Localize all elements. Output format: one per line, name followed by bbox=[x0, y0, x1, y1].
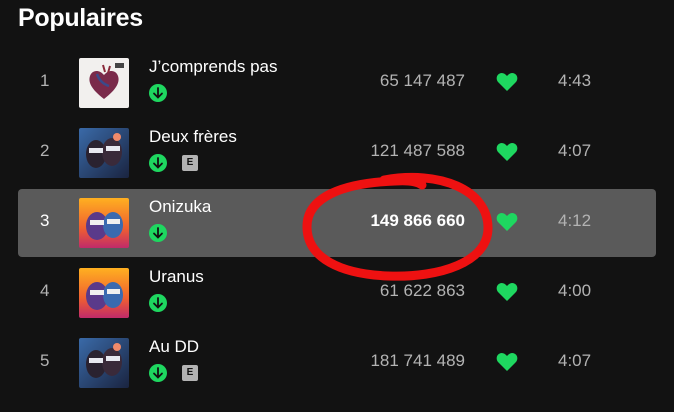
track-title[interactable]: Deux frères bbox=[149, 127, 237, 147]
track-row-3[interactable]: 3 Onizuka 149 866 660 4:12 bbox=[18, 189, 656, 257]
track-title[interactable]: Onizuka bbox=[149, 197, 211, 217]
track-number: 5 bbox=[40, 351, 50, 370]
downloaded-icon bbox=[149, 224, 167, 242]
liked-heart-icon[interactable] bbox=[496, 142, 518, 162]
liked-heart-icon[interactable] bbox=[496, 282, 518, 302]
track-duration: 4:43 bbox=[558, 71, 592, 90]
track-number: 4 bbox=[40, 281, 50, 300]
album-cover-image bbox=[79, 268, 129, 318]
play-count: 149 866 660 bbox=[370, 211, 465, 230]
popular-tracks-panel: Populaires 1 J’comprends pas 65 147 487 … bbox=[0, 0, 674, 412]
play-count: 181 741 489 bbox=[370, 351, 465, 370]
track-title[interactable]: J’comprends pas bbox=[149, 57, 278, 77]
play-count: 121 487 588 bbox=[370, 141, 465, 160]
album-cover-image bbox=[79, 338, 129, 388]
liked-heart-icon[interactable] bbox=[496, 212, 518, 232]
downloaded-icon bbox=[149, 154, 167, 172]
track-title[interactable]: Uranus bbox=[149, 267, 204, 287]
album-cover-image bbox=[79, 198, 129, 248]
track-duration: 4:00 bbox=[558, 281, 592, 300]
explicit-badge: E bbox=[182, 365, 198, 381]
liked-heart-icon[interactable] bbox=[496, 352, 518, 372]
album-cover-image bbox=[79, 58, 129, 108]
track-number: 1 bbox=[40, 71, 50, 90]
track-row-1[interactable]: 1 J’comprends pas 65 147 487 4:43 bbox=[18, 49, 656, 117]
downloaded-icon bbox=[149, 364, 167, 382]
track-duration: 4:07 bbox=[558, 351, 592, 370]
downloaded-icon bbox=[149, 84, 167, 102]
track-title[interactable]: Au DD bbox=[149, 337, 199, 357]
album-cover-image bbox=[79, 128, 129, 178]
track-number: 3 bbox=[40, 211, 50, 230]
section-title: Populaires bbox=[18, 4, 143, 32]
track-number: 2 bbox=[40, 141, 50, 160]
play-count: 65 147 487 bbox=[379, 71, 465, 90]
explicit-badge: E bbox=[182, 155, 198, 171]
track-row-4[interactable]: 4 Uranus 61 622 863 4:00 bbox=[18, 259, 656, 327]
downloaded-icon bbox=[149, 294, 167, 312]
track-row-5[interactable]: 5 Au DD E 181 741 489 4:07 bbox=[18, 329, 656, 397]
liked-heart-icon[interactable] bbox=[496, 72, 518, 92]
track-duration: 4:12 bbox=[558, 211, 592, 230]
play-count: 61 622 863 bbox=[379, 281, 465, 300]
track-row-2[interactable]: 2 Deux frères E 121 487 588 4:07 bbox=[18, 119, 656, 187]
track-duration: 4:07 bbox=[558, 141, 592, 160]
